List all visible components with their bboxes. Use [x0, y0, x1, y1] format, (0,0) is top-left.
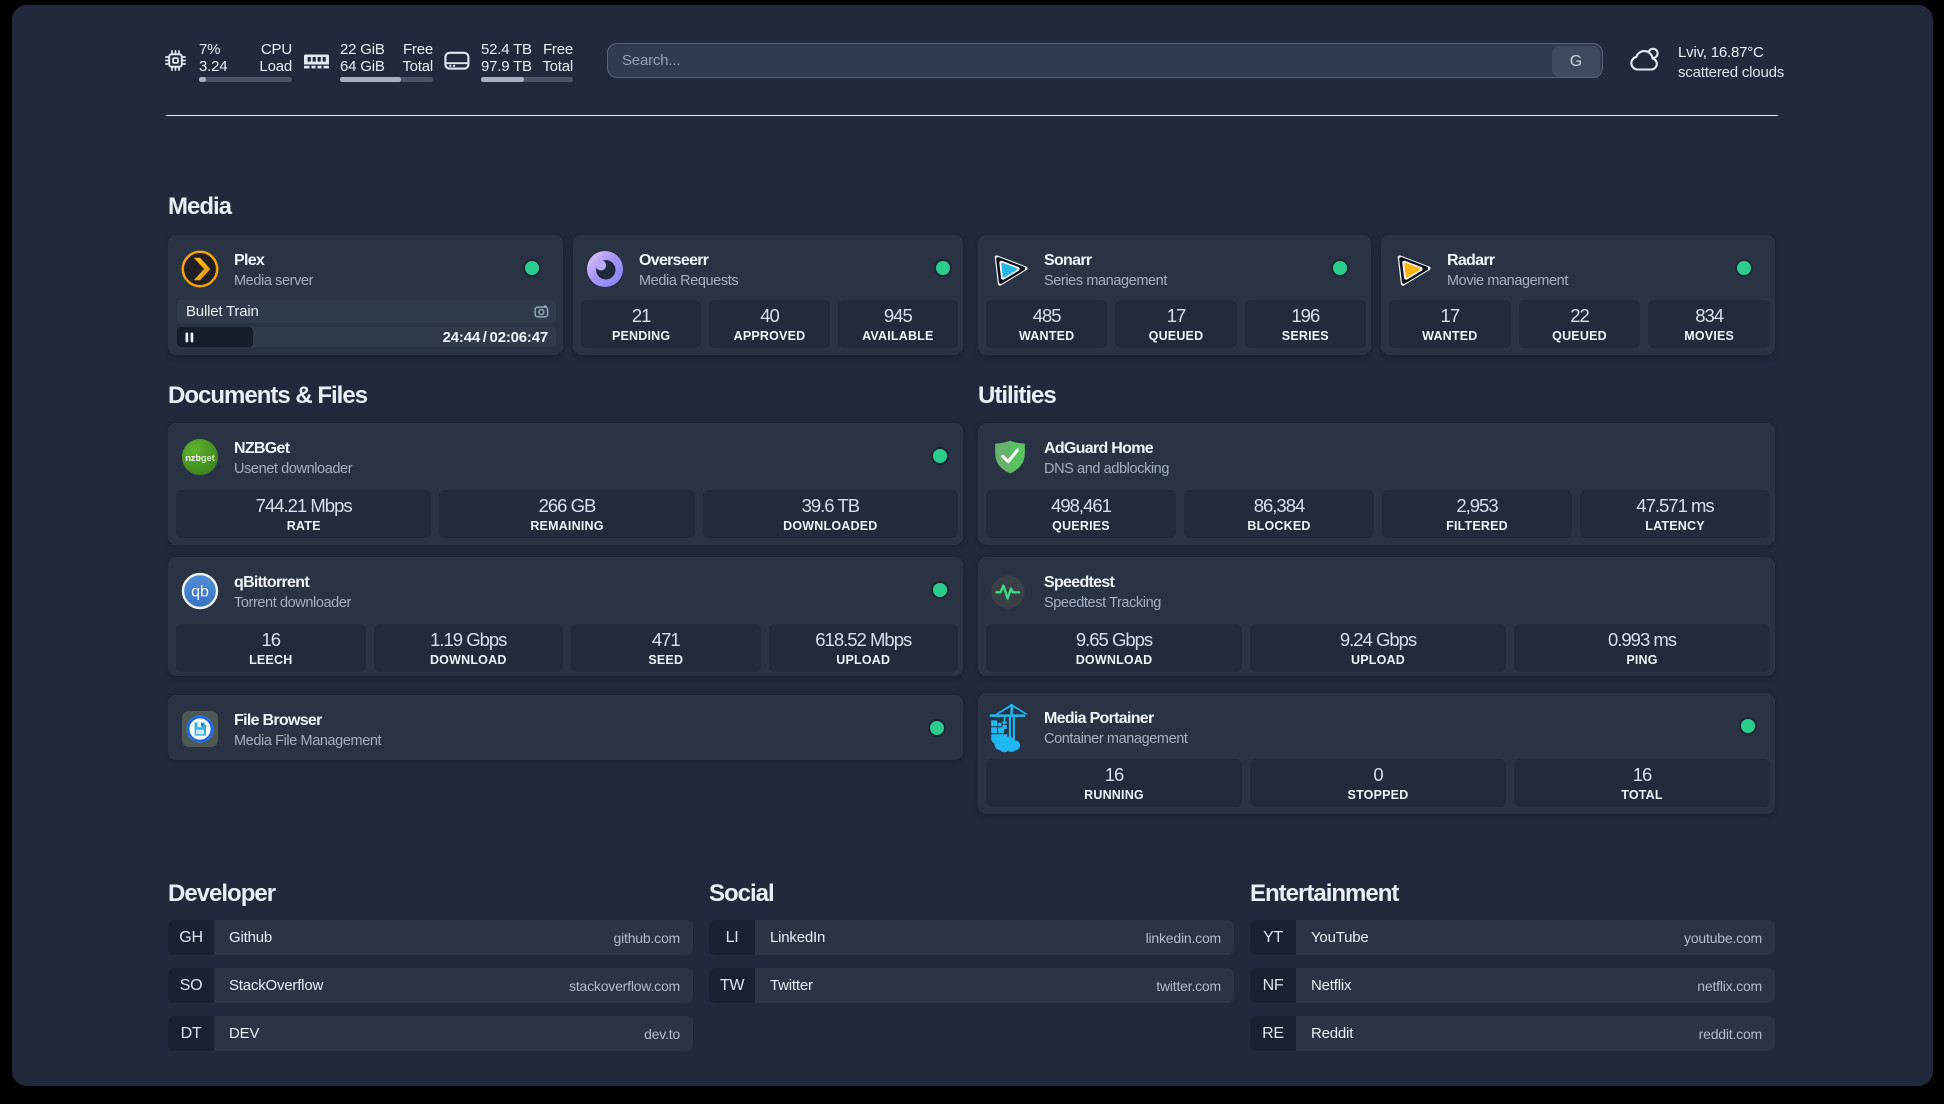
svg-text:nzbget: nzbget: [185, 453, 215, 463]
svg-text:qb: qb: [191, 584, 209, 601]
